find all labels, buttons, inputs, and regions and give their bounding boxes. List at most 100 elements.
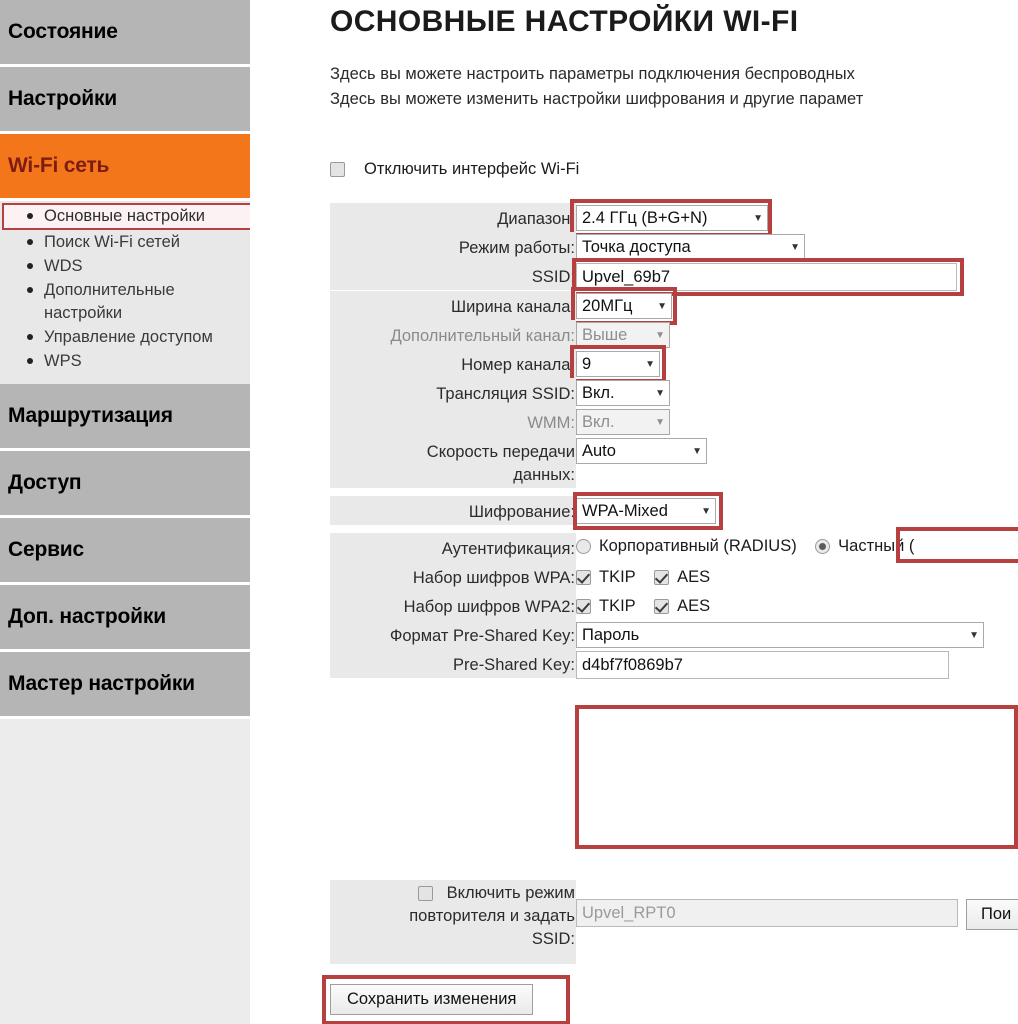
sidebar-subitem-advanced-settings[interactable]: Дополнительные настройки: [0, 279, 250, 325]
auth-personal-option[interactable]: Частный (: [815, 537, 914, 556]
repeater-ssid-input[interactable]: Upvel_RPT0: [576, 899, 958, 927]
wmm-select[interactable]: Вкл. ▼: [576, 409, 670, 435]
repeater-label-line-1: Включить режим: [446, 884, 575, 902]
psk-input[interactable]: d4bf7f0869b7: [576, 651, 949, 679]
wpa2-aes-label: AES: [677, 597, 711, 615]
auth-personal-label: Частный (: [838, 537, 915, 555]
wmm-value: Вкл.: [582, 412, 615, 431]
ssid-input[interactable]: Upvel_69b7: [576, 263, 957, 291]
wpa2-aes-option[interactable]: AES: [654, 597, 710, 616]
repeater-label-line-3: SSID:: [531, 930, 575, 948]
repeater-search-button[interactable]: Пои: [966, 899, 1018, 930]
sidebar-item-extra-settings[interactable]: Доп. настройки: [0, 585, 250, 652]
sidebar-item-wifi-network[interactable]: Wi-Fi сеть: [0, 134, 250, 201]
sidebar-item-label: Wi-Fi сеть: [8, 154, 110, 177]
wpa2-tkip-option[interactable]: TKIP: [576, 597, 636, 616]
chevron-down-icon: ▼: [701, 505, 711, 517]
bullet-icon: [27, 263, 33, 269]
data-rate-value: Auto: [582, 441, 616, 460]
field-row-ssid-broadcast: Трансляция SSID: Вкл. ▼: [330, 378, 1018, 407]
description-line-2: Здесь вы можете изменить настройки шифро…: [330, 90, 864, 108]
band-label: Диапазон:: [330, 203, 576, 232]
data-rate-select[interactable]: Auto ▼: [576, 438, 707, 464]
wpa-cipher-label: Набор шифров WPA:: [330, 562, 576, 591]
wifi-settings-form: Диапазон: 2.4 ГГц (B+G+N) ▼ Режим работы…: [330, 199, 1018, 849]
data-rate-label-line-1: Скорость передачи: [426, 443, 575, 461]
disable-wifi-row[interactable]: Отключить интерфейс Wi-Fi: [330, 160, 579, 179]
sidebar-item-routing[interactable]: Маршрутизация: [0, 384, 250, 451]
sidebar-subitem-label: Дополнительные настройки: [44, 281, 175, 322]
chevron-down-icon: ▼: [969, 629, 979, 641]
bullet-icon: [27, 358, 33, 364]
encryption-select[interactable]: WPA-Mixed ▼: [576, 498, 716, 524]
field-row-ssid: SSID: Upvel_69b7: [330, 258, 1018, 296]
field-row-channel-width: Ширина канала: 20МГц ▼: [330, 287, 1018, 325]
band-select[interactable]: 2.4 ГГц (B+G+N) ▼: [576, 205, 768, 231]
wpa-tkip-option[interactable]: TKIP: [576, 568, 636, 587]
field-row-wpa2-cipher: Набор шифров WPA2: TKIP AES: [330, 591, 1018, 620]
annotation-box-wpa-security: [575, 705, 1018, 849]
field-row-wpa-cipher: Набор шифров WPA: TKIP AES: [330, 562, 1018, 591]
sidebar-item-label: Доп. настройки: [8, 605, 166, 628]
disable-wifi-checkbox[interactable]: [330, 162, 345, 177]
wpa-aes-option[interactable]: AES: [654, 568, 710, 587]
field-row-psk-format: Формат Pre-Shared Key: Пароль ▼: [330, 620, 1018, 649]
data-rate-label-line-2: данных:: [513, 466, 575, 484]
ext-channel-value: Выше: [582, 325, 628, 344]
chevron-down-icon: ▼: [655, 387, 665, 399]
psk-format-select[interactable]: Пароль ▼: [576, 622, 984, 648]
sidebar-item-access[interactable]: Доступ: [0, 451, 250, 518]
auth-enterprise-option[interactable]: Корпоративный (RADIUS): [576, 537, 797, 556]
channel-number-select[interactable]: 9 ▼: [576, 351, 660, 377]
sidebar-item-label: Сервис: [8, 538, 84, 561]
sidebar-item-status[interactable]: Состояние: [0, 0, 250, 67]
encryption-value: WPA-Mixed: [582, 501, 668, 520]
sidebar-subitem-access-control[interactable]: Управление доступом: [0, 326, 250, 349]
wpa-tkip-checkbox[interactable]: [576, 570, 591, 585]
channel-number-value: 9: [582, 354, 592, 373]
wmm-label: WMM:: [330, 407, 576, 436]
sidebar-subitem-wps[interactable]: WPS: [0, 350, 250, 373]
sidebar-item-label: Настройки: [8, 87, 117, 110]
page-title: ОСНОВНЫЕ НАСТРОЙКИ WI-FI: [330, 5, 799, 38]
save-button-wrapper: Сохранить изменения: [322, 975, 570, 1024]
repeater-checkbox[interactable]: [417, 886, 433, 901]
data-rate-label: Скорость передачи данных:: [330, 436, 576, 488]
wpa2-cipher-label: Набор шифров WPA2:: [330, 591, 576, 620]
field-row-mode: Режим работы: Точка доступа ▼: [330, 232, 1018, 261]
bullet-icon: [27, 334, 33, 340]
psk-label: Pre-Shared Key:: [330, 649, 576, 678]
wpa-aes-checkbox[interactable]: [654, 570, 670, 585]
channel-width-label: Ширина канала:: [330, 291, 576, 320]
auth-enterprise-radio[interactable]: [576, 539, 591, 554]
channel-width-select[interactable]: 20МГц ▼: [576, 293, 672, 319]
wpa2-tkip-checkbox[interactable]: [576, 599, 591, 614]
sidebar-item-label: Мастер настройки: [8, 672, 195, 695]
sidebar-item-settings[interactable]: Настройки: [0, 67, 250, 134]
sidebar-item-label: Маршрутизация: [8, 404, 173, 427]
repeater-label: Включить режим повторителя и задать SSID…: [330, 880, 576, 964]
field-row-psk: Pre-Shared Key: d4bf7f0869b7: [330, 649, 1018, 679]
ssid-label: SSID:: [330, 261, 576, 290]
sidebar-item-setup-wizard[interactable]: Мастер настройки: [0, 652, 250, 719]
ssid-broadcast-value: Вкл.: [582, 383, 615, 402]
save-button[interactable]: Сохранить изменения: [330, 984, 534, 1015]
sidebar-subitem-wifi-scan[interactable]: Поиск Wi-Fi сетей: [0, 231, 250, 254]
wpa2-aes-checkbox[interactable]: [654, 599, 670, 614]
mode-select[interactable]: Точка доступа ▼: [576, 234, 805, 260]
sidebar-item-service[interactable]: Сервис: [0, 518, 250, 585]
sidebar: Состояние Настройки Wi-Fi сеть Основные …: [0, 0, 253, 1024]
ext-channel-select[interactable]: Выше ▼: [576, 322, 670, 348]
field-row-wmm: WMM: Вкл. ▼: [330, 407, 1018, 436]
chevron-down-icon: ▼: [657, 300, 667, 312]
field-row-authentication: Аутентификация: Корпоративный (RADIUS) Ч…: [330, 527, 1018, 563]
sidebar-subitem-wds[interactable]: WDS: [0, 255, 250, 278]
field-row-ext-channel: Дополнительный канал: Выше ▼: [330, 320, 1018, 349]
sidebar-subitem-basic-settings[interactable]: Основные настройки: [2, 203, 253, 230]
ssid-broadcast-label: Трансляция SSID:: [330, 378, 576, 407]
ssid-broadcast-select[interactable]: Вкл. ▼: [576, 380, 670, 406]
auth-personal-radio[interactable]: [815, 539, 831, 554]
chevron-down-icon: ▼: [753, 212, 763, 224]
sidebar-item-label: Состояние: [8, 20, 118, 43]
chevron-down-icon: ▼: [790, 241, 800, 253]
